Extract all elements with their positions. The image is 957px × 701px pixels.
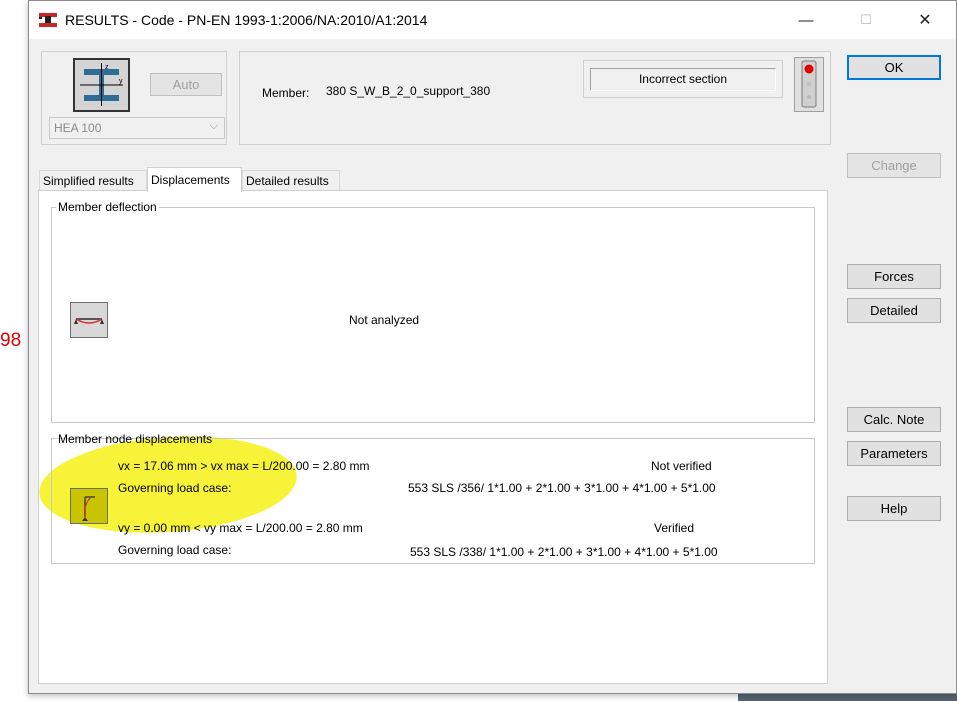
vx-result-status: Not verified [651,459,712,473]
chevron-down-icon: ⌵ [209,120,218,132]
deflection-status: Not analyzed [349,313,420,327]
change-button[interactable]: Change [847,153,941,178]
background-text: 98 [0,330,22,351]
detailed-button[interactable]: Detailed [847,298,941,323]
deflection-beam-icon [74,318,104,324]
member-value: 380 S_W_B_2_0_support_380 [326,84,491,98]
app-logo-icon [39,13,57,27]
section-select[interactable]: HEA 100 ⌵ [49,117,225,139]
svg-text:y: y [119,78,123,85]
maximize-button[interactable]: ☐ [851,7,881,33]
node-displacement-button[interactable] [70,488,108,524]
status-field: Incorrect section [590,68,776,91]
vy-governing-case-value: 553 SLS /338/ 1*1.00 + 2*1.00 + 3*1.00 +… [410,545,718,559]
close-button[interactable]: ✕ [910,7,940,33]
ok-button[interactable]: OK [847,55,941,80]
node-displacements-title: Member node displacements [58,432,213,446]
svg-text:z: z [105,64,109,71]
vx-governing-case-label: Governing load case: [118,481,232,495]
tab-simplified-results[interactable]: Simplified results [39,170,147,191]
calc-note-button[interactable]: Calc. Note [847,407,941,432]
parameters-button[interactable]: Parameters [847,441,941,466]
tab-detailed-results[interactable]: Detailed results [242,170,340,191]
tab-displacements[interactable]: Displacements [147,167,242,192]
auto-button[interactable]: Auto [150,73,222,96]
vy-check-text: vy = 0.00 mm < vy max = L/200.00 = 2.80 … [118,521,363,535]
i-beam-icon: z y [80,63,123,106]
member-deflection-title: Member deflection [56,200,159,214]
vx-governing-case-value: 553 SLS /356/ 1*1.00 + 2*1.00 + 3*1.00 +… [408,481,716,495]
window-title: RESULTS - Code - PN-EN 1993-1:2006/NA:20… [65,12,428,28]
section-select-value: HEA 100 [54,121,102,135]
status-indicator [794,57,824,112]
node-displacement-icon [82,496,95,521]
deflection-diagram-button[interactable] [70,302,108,338]
vx-check-text: vx = 17.06 mm > vx max = L/200.00 = 2.80… [118,459,370,473]
minimize-button[interactable]: — [791,7,821,33]
member-label: Member: [262,86,310,100]
vy-result-status: Verified [654,521,695,535]
results-dialog: RESULTS - Code - PN-EN 1993-1:2006/NA:20… [28,0,957,694]
vy-governing-case-label: Governing load case: [118,543,232,557]
forces-button[interactable]: Forces [847,264,941,289]
title-bar[interactable]: RESULTS - Code - PN-EN 1993-1:2006/NA:20… [29,1,956,39]
traffic-light-icon [801,60,817,108]
help-button[interactable]: Help [847,496,941,521]
member-deflection-group [51,207,815,423]
section-profile-button[interactable]: z y [73,58,130,112]
